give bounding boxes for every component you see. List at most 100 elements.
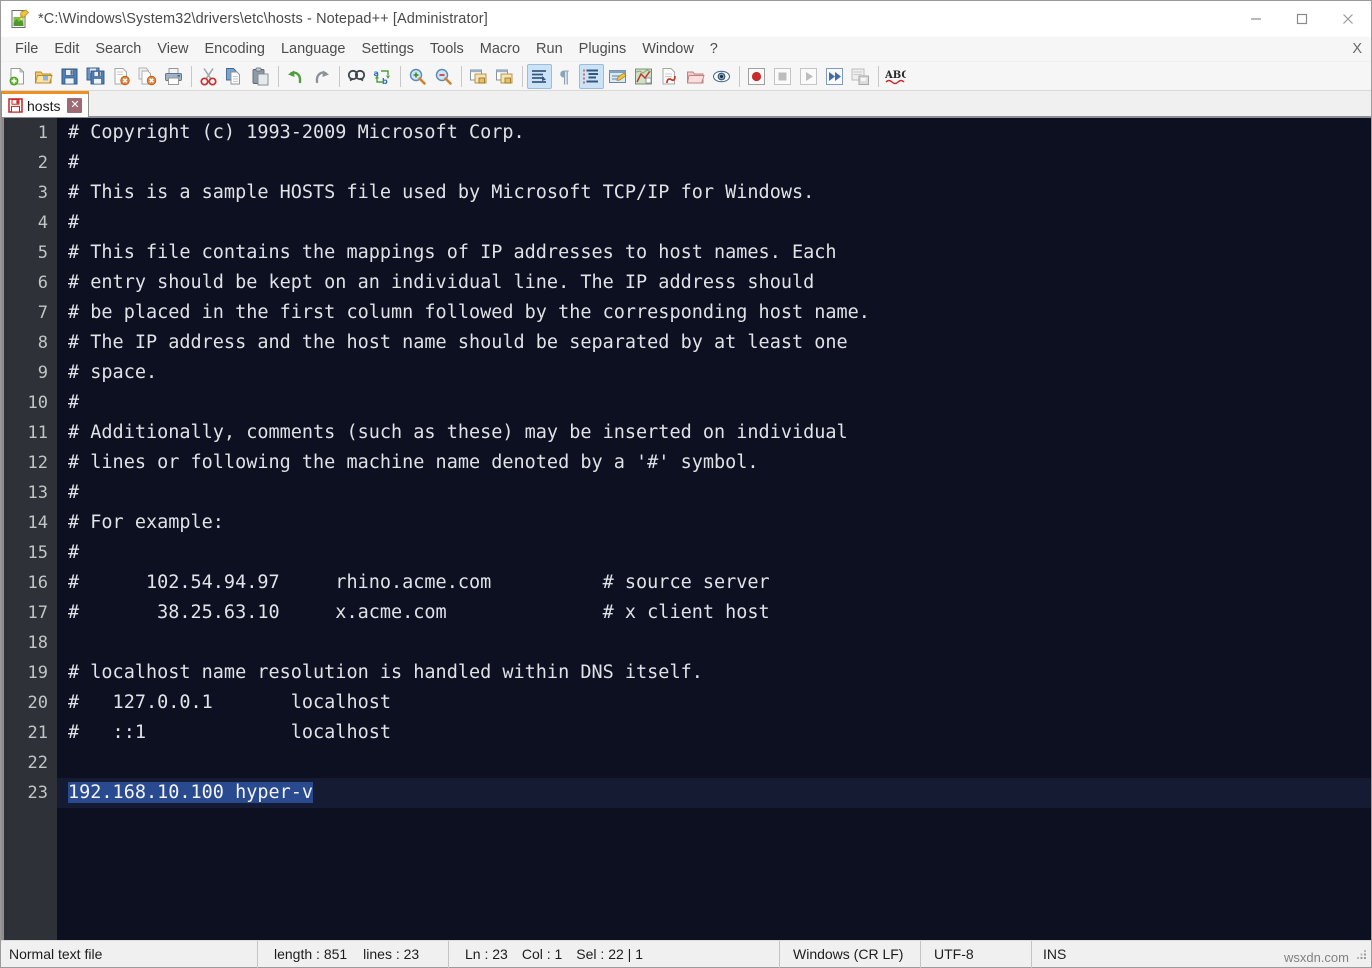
line-text[interactable]: # space. [57, 358, 157, 388]
line-text[interactable] [57, 628, 68, 658]
menu-encoding[interactable]: Encoding [197, 39, 273, 60]
user-defined-language-icon[interactable] [605, 64, 630, 89]
code-line[interactable]: 3 # This is a sample HOSTS file used by … [1, 178, 1371, 208]
print-icon[interactable] [161, 64, 186, 89]
code-line[interactable]: 14 # For example: [1, 508, 1371, 538]
menu-macro[interactable]: Macro [472, 39, 528, 60]
line-text[interactable]: # [57, 538, 79, 568]
undo-icon[interactable] [283, 64, 308, 89]
menu-language[interactable]: Language [273, 39, 354, 60]
line-text[interactable]: # 38.25.63.10 x.acme.com # x client host [57, 598, 770, 628]
tab-hosts[interactable]: hosts ✕ [1, 91, 90, 117]
line-text[interactable]: # This file contains the mappings of IP … [57, 238, 837, 268]
canvas-filler[interactable] [57, 808, 1371, 940]
line-text[interactable]: # [57, 478, 79, 508]
line-text[interactable] [57, 748, 68, 778]
code-line[interactable]: 19 # localhost name resolution is handle… [1, 658, 1371, 688]
code-line[interactable]: 7 # be placed in the first column follow… [1, 298, 1371, 328]
code-line[interactable]: 10 # [1, 388, 1371, 418]
code-line[interactable]: 2 # [1, 148, 1371, 178]
zoom-in-icon[interactable] [405, 64, 430, 89]
copy-icon[interactable] [222, 64, 247, 89]
line-text[interactable]: # lines or following the machine name de… [57, 448, 759, 478]
redo-icon[interactable] [309, 64, 334, 89]
menu-tools[interactable]: Tools [422, 39, 472, 60]
code-line[interactable]: 12 # lines or following the machine name… [1, 448, 1371, 478]
status-eol-format[interactable]: Windows (CR LF) [780, 941, 920, 968]
code-line[interactable]: 17 # 38.25.63.10 x.acme.com # x client h… [1, 598, 1371, 628]
folder-as-workspace-icon[interactable] [683, 64, 708, 89]
line-text[interactable]: # [57, 148, 79, 178]
code-line[interactable]: 20 # 127.0.0.1 localhost [1, 688, 1371, 718]
code-line[interactable]: 22 [1, 748, 1371, 778]
document-monitoring-icon[interactable] [709, 64, 734, 89]
new-file-icon[interactable] [5, 64, 30, 89]
menu-file[interactable]: File [7, 39, 46, 60]
code-line[interactable]: 1 # Copyright (c) 1993-2009 Microsoft Co… [1, 118, 1371, 148]
find-icon[interactable] [344, 64, 369, 89]
line-text[interactable]: # entry should be kept on an individual … [57, 268, 814, 298]
code-line[interactable]: 6 # entry should be kept on an individua… [1, 268, 1371, 298]
close-file-icon[interactable] [109, 64, 134, 89]
line-text[interactable]: # The IP address and the host name shoul… [57, 328, 848, 358]
line-text[interactable]: # ::1 localhost [57, 718, 391, 748]
replace-icon[interactable]: a b [370, 64, 395, 89]
maximize-button[interactable] [1279, 1, 1325, 37]
zoom-out-icon[interactable] [431, 64, 456, 89]
menu-window[interactable]: Window [634, 39, 702, 60]
code-line[interactable]: 15 # [1, 538, 1371, 568]
resize-grip[interactable] [1355, 948, 1368, 961]
line-text[interactable]: # 102.54.94.97 rhino.acme.com # source s… [57, 568, 770, 598]
stop-macro-icon[interactable] [770, 64, 795, 89]
menu-search[interactable]: Search [87, 39, 149, 60]
selected-text[interactable]: 192.168.10.100 hyper-v [68, 782, 314, 803]
minimize-button[interactable] [1233, 1, 1279, 37]
menu-run[interactable]: Run [528, 39, 571, 60]
code-line[interactable]: 4 # [1, 208, 1371, 238]
status-encoding[interactable]: UTF-8 [921, 941, 1031, 968]
play-macro-icon[interactable] [796, 64, 821, 89]
code-canvas[interactable]: 1 # Copyright (c) 1993-2009 Microsoft Co… [1, 118, 1371, 940]
line-text[interactable]: # [57, 208, 79, 238]
line-text[interactable]: # [57, 388, 79, 418]
code-line[interactable]: 13 # [1, 478, 1371, 508]
editor-empty-region[interactable] [1, 808, 1371, 940]
line-text[interactable]: # localhost name resolution is handled w… [57, 658, 703, 688]
document-map-icon[interactable] [631, 64, 656, 89]
cut-icon[interactable] [196, 64, 221, 89]
close-all-files-icon[interactable] [135, 64, 160, 89]
spell-check-icon[interactable]: ABC [883, 64, 908, 89]
indent-guide-icon[interactable] [579, 63, 604, 89]
close-window-button[interactable] [1325, 1, 1371, 37]
record-macro-icon[interactable] [744, 64, 769, 89]
function-list-icon[interactable] [657, 64, 682, 89]
code-line[interactable]: 18 [1, 628, 1371, 658]
save-all-icon[interactable] [83, 64, 108, 89]
run-macro-multiple-icon[interactable] [822, 64, 847, 89]
menu-settings[interactable]: Settings [353, 39, 421, 60]
code-line[interactable]: 5 # This file contains the mappings of I… [1, 238, 1371, 268]
code-line-current[interactable]: 23 192.168.10.100 hyper-v [1, 778, 1371, 808]
line-text[interactable]: # be placed in the first column followed… [57, 298, 870, 328]
line-text[interactable]: # For example: [57, 508, 224, 538]
close-tab-icon[interactable]: ✕ [67, 98, 83, 113]
code-line[interactable]: 8 # The IP address and the host name sho… [1, 328, 1371, 358]
line-text[interactable]: # 127.0.0.1 localhost [57, 688, 391, 718]
save-icon[interactable] [57, 64, 82, 89]
menu-help[interactable]: ? [702, 39, 726, 60]
line-text[interactable]: # Additionally, comments (such as these)… [57, 418, 848, 448]
status-insert-mode[interactable]: INS [1032, 941, 1074, 968]
editor-area[interactable]: 1 # Copyright (c) 1993-2009 Microsoft Co… [1, 117, 1371, 940]
code-line[interactable]: 9 # space. [1, 358, 1371, 388]
code-line[interactable]: 11 # Additionally, comments (such as the… [1, 418, 1371, 448]
code-line[interactable]: 21 # ::1 localhost [1, 718, 1371, 748]
code-line[interactable]: 16 # 102.54.94.97 rhino.acme.com # sourc… [1, 568, 1371, 598]
line-text[interactable]: # Copyright (c) 1993-2009 Microsoft Corp… [57, 118, 525, 148]
menu-plugins[interactable]: Plugins [571, 39, 635, 60]
sync-horizontal-scroll-icon[interactable] [492, 64, 517, 89]
line-text[interactable]: # This is a sample HOSTS file used by Mi… [57, 178, 814, 208]
paste-icon[interactable] [248, 64, 273, 89]
sync-vertical-scroll-icon[interactable] [466, 64, 491, 89]
save-macro-icon[interactable] [848, 64, 873, 89]
show-all-characters-icon[interactable]: ¶ [553, 64, 578, 89]
